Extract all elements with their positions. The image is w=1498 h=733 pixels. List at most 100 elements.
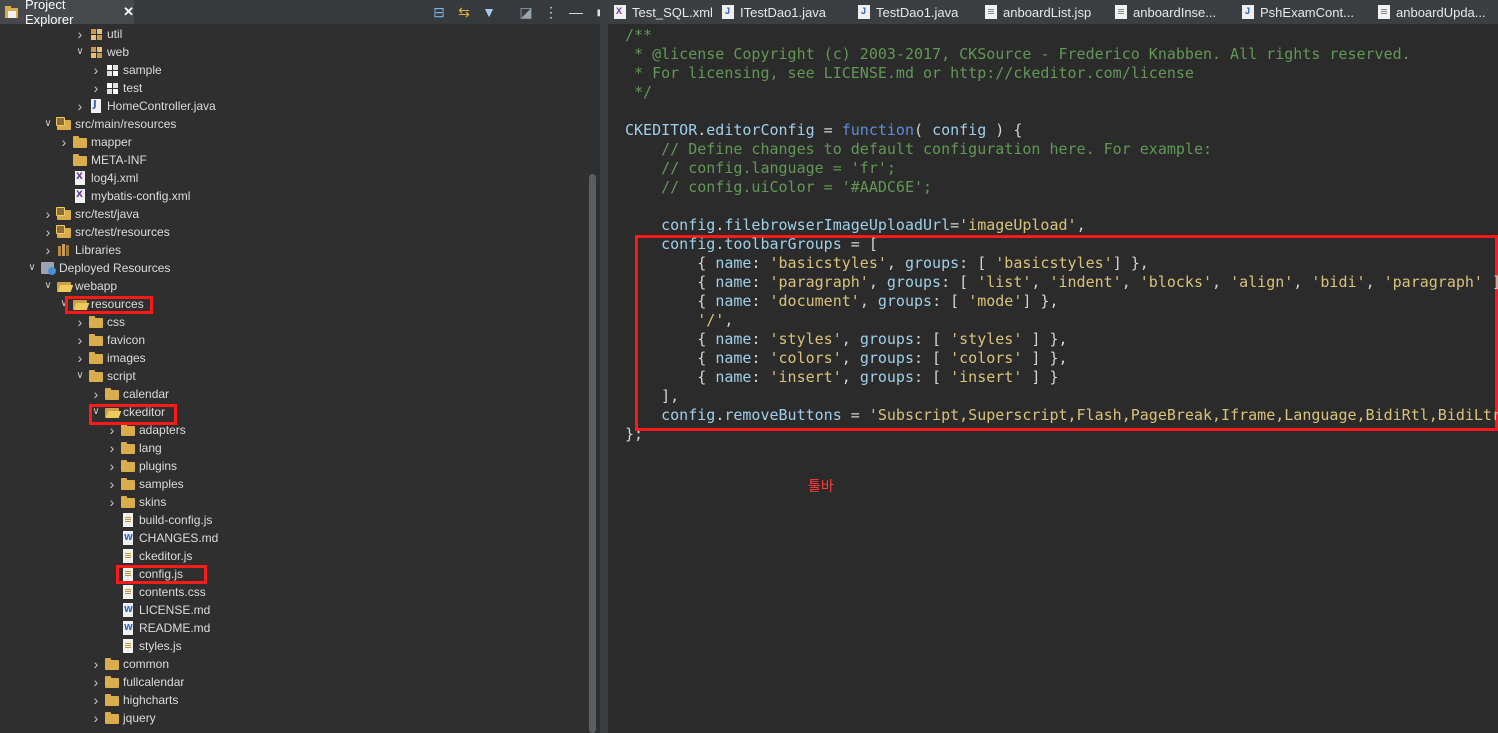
folder-icon: [104, 710, 120, 726]
folder-icon: [88, 314, 104, 330]
chevron-right-icon[interactable]: ›: [90, 387, 102, 401]
tree-item[interactable]: › plugins: [0, 457, 585, 475]
link-with-editor-icon[interactable]: ⇆: [453, 2, 475, 22]
chevron-right-icon[interactable]: ›: [42, 243, 54, 257]
tree-item[interactable]: mybatis-config.xml: [0, 187, 585, 205]
library-icon: [56, 242, 72, 258]
tree-item[interactable]: log4j.xml: [0, 169, 585, 187]
tree-item[interactable]: › Libraries: [0, 241, 585, 259]
tree-scrollbar[interactable]: [585, 24, 600, 733]
tree-item[interactable]: LICENSE.md: [0, 601, 585, 619]
editor-tab[interactable]: TestDao1.java: [858, 0, 958, 24]
view-menu-icon[interactable]: ⋮: [540, 2, 562, 22]
tree-item[interactable]: › test: [0, 79, 585, 97]
chevron-right-icon[interactable]: ›: [74, 315, 86, 329]
scrollbar-thumb[interactable]: [589, 174, 596, 733]
chevron-down-icon[interactable]: ∨: [42, 280, 54, 292]
sash-divider[interactable]: [600, 0, 608, 733]
editor-tab[interactable]: Test_SQL.xml: [614, 0, 713, 24]
project-explorer-tab[interactable]: Project Explorer ✕: [0, 0, 134, 27]
tree-item[interactable]: › fullcalendar: [0, 673, 585, 691]
tree-item[interactable]: ∨ webapp: [0, 277, 585, 295]
chevron-right-icon[interactable]: ›: [58, 135, 70, 149]
close-icon[interactable]: ✕: [123, 4, 134, 20]
tree-item[interactable]: › jquery: [0, 709, 585, 727]
editor-tab[interactable]: anboardUpda...: [1378, 0, 1486, 24]
tree-item[interactable]: › calendar: [0, 385, 585, 403]
tree-item[interactable]: › mapper: [0, 133, 585, 151]
chevron-down-icon[interactable]: ∨: [90, 406, 102, 418]
tree-item[interactable]: META-INF: [0, 151, 585, 169]
code-line: */: [625, 83, 652, 102]
tree-item[interactable]: ∨ resources: [0, 295, 585, 313]
code-area[interactable]: 툴바 /** * @license Copyright (c) 2003-201…: [608, 24, 1498, 733]
code-line: { name: 'insert', groups: [ 'insert' ] }: [625, 368, 1058, 387]
tree-item[interactable]: › css: [0, 313, 585, 331]
code-token: * @license Copyright (c) 2003-2017, CKSo…: [625, 45, 1411, 63]
code-token: ) {: [986, 121, 1023, 139]
tree-item[interactable]: README.md: [0, 619, 585, 637]
tree-item[interactable]: ∨ web: [0, 43, 585, 61]
chevron-right-icon[interactable]: ›: [90, 711, 102, 725]
code-token: :: [751, 273, 770, 291]
tree-item[interactable]: › common: [0, 655, 585, 673]
tree-item[interactable]: › HomeController.java: [0, 97, 585, 115]
tree-item[interactable]: styles.js: [0, 637, 585, 655]
tree-item[interactable]: ∨ script: [0, 367, 585, 385]
chevron-right-icon[interactable]: ›: [90, 675, 102, 689]
chevron-right-icon[interactable]: ›: [42, 207, 54, 221]
filter-icon[interactable]: ▼: [478, 2, 500, 22]
tree-item[interactable]: contents.css: [0, 583, 585, 601]
tree-item-label: ckeditor: [123, 405, 166, 419]
chevron-down-icon[interactable]: ∨: [58, 298, 70, 310]
chevron-down-icon[interactable]: ∨: [26, 262, 38, 274]
tree-item[interactable]: › highcharts: [0, 691, 585, 709]
chevron-down-icon[interactable]: ∨: [74, 370, 86, 382]
chevron-right-icon[interactable]: ›: [90, 657, 102, 671]
chevron-down-icon[interactable]: ∨: [74, 46, 86, 58]
tree-item[interactable]: › lang: [0, 439, 585, 457]
editor-tab[interactable]: PshExamCont...: [1242, 0, 1354, 24]
chevron-right-icon[interactable]: ›: [106, 441, 118, 455]
tree-item[interactable]: › favicon: [0, 331, 585, 349]
chevron-right-icon[interactable]: ›: [42, 225, 54, 239]
tree-item[interactable]: ∨ Deployed Resources: [0, 259, 585, 277]
chevron-right-icon[interactable]: ›: [106, 423, 118, 437]
chevron-right-icon[interactable]: ›: [106, 477, 118, 491]
project-explorer-view: Project Explorer ✕ ⊟⇆▼◪⋮—■ ›util∨web›sam…: [0, 0, 605, 733]
tree-item[interactable]: › images: [0, 349, 585, 367]
chevron-right-icon[interactable]: ›: [106, 495, 118, 509]
tree-item[interactable]: › util: [0, 25, 585, 43]
tree-item[interactable]: › src/test/java: [0, 205, 585, 223]
editor-tab[interactable]: ITestDao1.java: [722, 0, 826, 24]
project-explorer-icon: [4, 4, 20, 20]
tree-item[interactable]: ∨ src/main/resources: [0, 115, 585, 133]
editor-tab[interactable]: anboardList.jsp: [985, 0, 1091, 24]
tree-item[interactable]: build-config.js: [0, 511, 585, 529]
tree-item[interactable]: › adapters: [0, 421, 585, 439]
chevron-right-icon[interactable]: ›: [74, 99, 86, 113]
focus-icon[interactable]: ◪: [515, 2, 537, 22]
tree-item[interactable]: CHANGES.md: [0, 529, 585, 547]
tree-item[interactable]: › sample: [0, 61, 585, 79]
editor-tab[interactable]: anboardInse...: [1115, 0, 1216, 24]
tree-item[interactable]: ∨ ckeditor: [0, 403, 585, 421]
tree-item[interactable]: config.js: [0, 565, 585, 583]
chevron-right-icon[interactable]: ›: [74, 27, 86, 41]
collapse-all-icon[interactable]: ⊟: [428, 2, 450, 22]
chevron-right-icon[interactable]: ›: [90, 81, 102, 95]
tree-item[interactable]: › samples: [0, 475, 585, 493]
tree-item[interactable]: ckeditor.js: [0, 547, 585, 565]
chevron-right-icon[interactable]: ›: [74, 333, 86, 347]
chevron-right-icon[interactable]: ›: [90, 63, 102, 77]
chevron-right-icon[interactable]: ›: [90, 693, 102, 707]
chevron-right-icon[interactable]: ›: [106, 459, 118, 473]
jsp-file-icon: [1378, 5, 1390, 19]
minimize-icon[interactable]: —: [565, 2, 587, 22]
chevron-down-icon[interactable]: ∨: [42, 118, 54, 130]
tree-item[interactable]: › src/test/resources: [0, 223, 585, 241]
chevron-right-icon[interactable]: ›: [74, 351, 86, 365]
tree-item[interactable]: › skins: [0, 493, 585, 511]
md-file-icon: [120, 620, 136, 636]
